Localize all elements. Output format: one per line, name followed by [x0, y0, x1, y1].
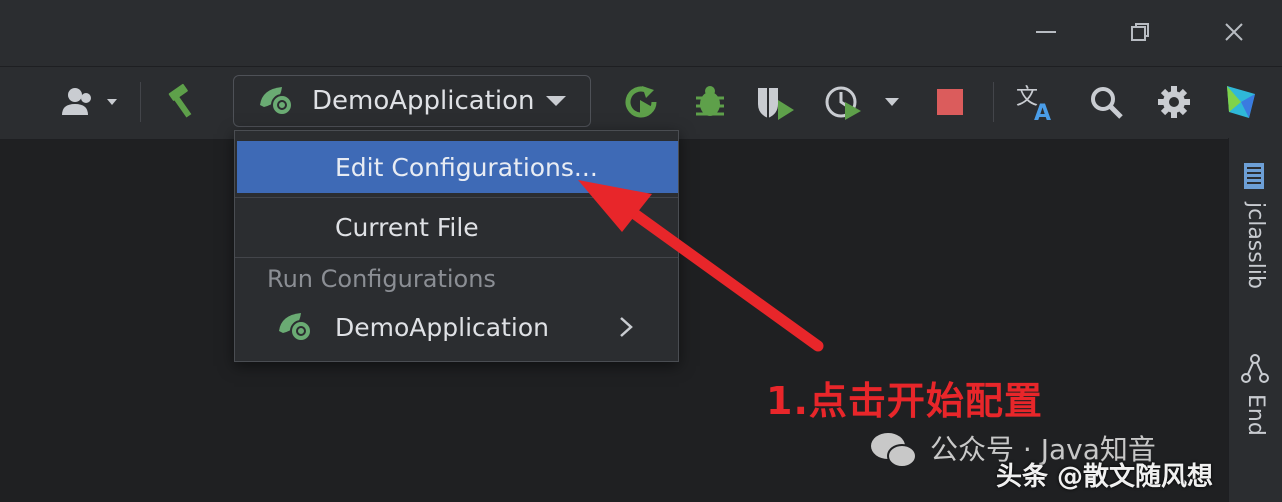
- right-tool-window-strip: jclasslib End: [1228, 138, 1282, 502]
- stop-button[interactable]: [930, 80, 970, 124]
- run-configuration-selector[interactable]: DemoApplication: [233, 75, 591, 127]
- stop-icon: [937, 89, 963, 115]
- title-bar: [0, 0, 1282, 66]
- minimize-icon: [1036, 31, 1056, 33]
- chevron-down-icon: [546, 96, 566, 106]
- run-with-coverage-button[interactable]: [752, 80, 800, 124]
- search-icon: [1091, 87, 1123, 119]
- profile-button[interactable]: [822, 80, 908, 124]
- svg-text:A: A: [1034, 101, 1051, 122]
- run-configuration-dropdown: Edit Configurations... Current File Run …: [234, 130, 679, 362]
- jclasslib-icon: [1244, 163, 1264, 189]
- translate-button[interactable]: 文 A: [1012, 80, 1060, 124]
- rerun-button[interactable]: [620, 80, 664, 124]
- menu-separator: [235, 257, 678, 258]
- menu-item-demo-application[interactable]: DemoApplication: [235, 301, 678, 353]
- spring-boot-icon: [260, 87, 293, 116]
- menu-item-edit-configurations[interactable]: Edit Configurations...: [237, 141, 678, 193]
- endpoints-tool-button[interactable]: End: [1229, 354, 1282, 502]
- menu-item-label: Current File: [335, 212, 479, 242]
- debug-bug-icon: [696, 86, 724, 116]
- ai-assistant-button[interactable]: [1218, 80, 1264, 124]
- menu-item-label: DemoApplication: [335, 312, 549, 342]
- profiler-icon: [825, 86, 899, 120]
- wechat-icon: [871, 433, 917, 468]
- menu-item-current-file[interactable]: Current File: [235, 201, 678, 253]
- restore-button[interactable]: [1120, 14, 1160, 50]
- translate-icon: 文 A: [1016, 85, 1051, 122]
- coverage-icon: [758, 88, 794, 120]
- gear-icon: [1158, 86, 1190, 118]
- endpoints-label: End: [1243, 394, 1268, 436]
- toolbar-separator: [993, 82, 994, 122]
- user-icon: [62, 88, 117, 115]
- settings-button[interactable]: [1152, 80, 1196, 124]
- search-button[interactable]: [1084, 80, 1128, 124]
- build-button[interactable]: [160, 80, 206, 124]
- vcs-user-button[interactable]: [56, 80, 128, 124]
- close-icon: [1225, 23, 1243, 41]
- menu-separator: [235, 197, 678, 198]
- menu-item-label: Edit Configurations...: [335, 152, 598, 182]
- debug-button[interactable]: [688, 80, 732, 124]
- jclasslib-label: jclasslib: [1243, 202, 1268, 289]
- toolbar-separator: [140, 82, 141, 122]
- ai-assistant-icon: [1227, 86, 1255, 118]
- hammer-icon: [168, 83, 192, 118]
- toutiao-watermark: 头条 @散文随风想: [996, 462, 1214, 492]
- restore-icon: [1131, 23, 1149, 41]
- endpoints-icon: [1241, 354, 1269, 383]
- rerun-icon: [625, 86, 657, 118]
- annotation-text: 1.点击开始配置: [766, 379, 1043, 423]
- jclasslib-tool-button[interactable]: jclasslib: [1229, 162, 1282, 312]
- close-button[interactable]: [1214, 14, 1254, 50]
- spring-boot-icon: [279, 313, 312, 342]
- run-configuration-name: DemoApplication: [312, 86, 535, 116]
- section-header-run-configurations: Run Configurations: [267, 265, 496, 293]
- chevron-right-icon: [620, 317, 633, 337]
- minimize-button[interactable]: [1026, 14, 1066, 50]
